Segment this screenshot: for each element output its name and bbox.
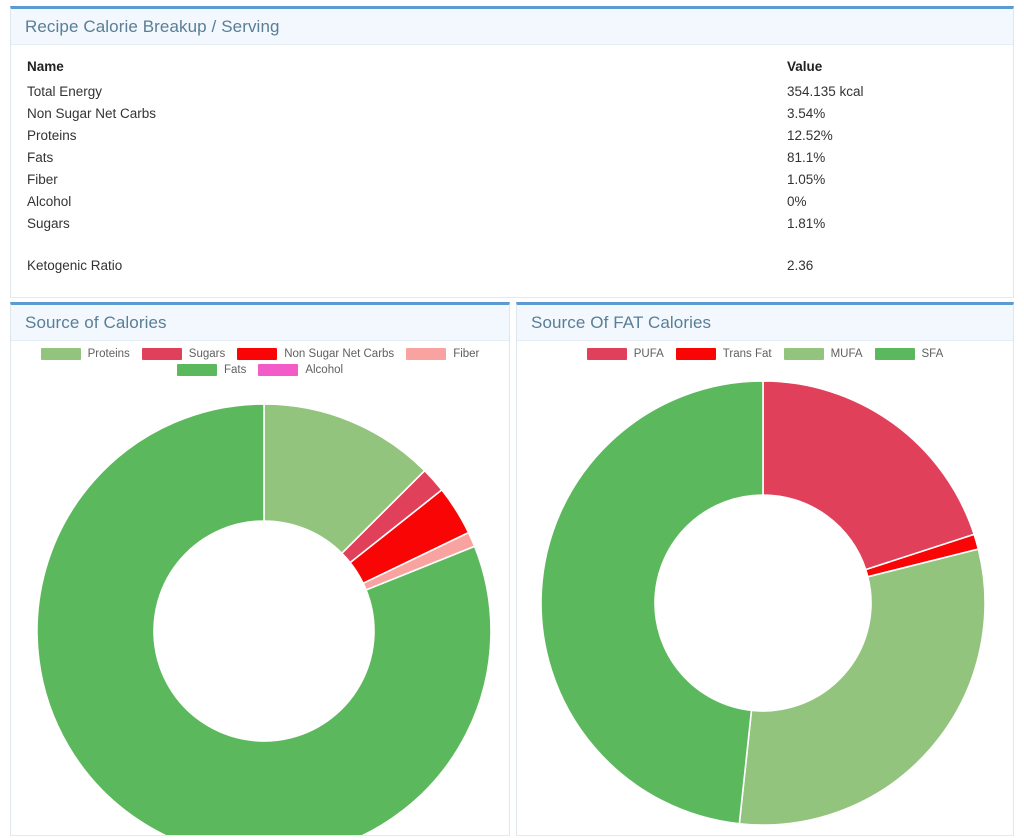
legend-item[interactable]: Proteins [40,348,130,360]
source-of-fat-calories-title: Source Of FAT Calories [531,312,712,332]
legend-swatch-icon [40,348,81,360]
panel-header-source-of-calories: Source of Calories [11,305,509,341]
table-row: Fats 81.1% [11,146,1013,168]
legend-swatch-icon [237,348,278,360]
donut-slice[interactable] [762,380,976,571]
source-of-fat-calories-panel: Source Of FAT Calories PUFA Trans Fat MUFA… [516,302,1014,836]
cell-name: Total Energy [27,83,103,99]
legend-swatch-icon [176,364,217,376]
legend-source-of-fat-calories: PUFA Trans Fat MUFA SFA [517,341,1013,362]
cell-value: 2.36 [787,258,814,273]
legend-item[interactable]: Sugars [141,348,226,360]
legend-item-label: MUFA [830,348,863,360]
table-row: Fiber 1.05% [11,168,1013,190]
cell-value: 3.54% [787,105,826,121]
legend-item-label: Trans Fat [722,348,772,360]
cell-name: Fiber [27,171,58,187]
cell-value: 0% [787,193,807,209]
table-row: Alcohol 0% [11,190,1013,212]
table-body: Total Energy 354.135 kcal Non Sugar Net … [11,80,1013,277]
table-header-row: Name Value [11,53,1013,80]
donut-slice[interactable] [540,380,764,825]
legend-item-label: Fats [223,364,247,376]
table-row: Non Sugar Net Carbs 3.54% [11,102,1013,124]
column-header-value: Value [787,59,823,74]
legend-item[interactable]: Fiber [406,348,479,360]
donut-chart-source-of-fat-calories [517,362,1013,832]
legend-item-label: Fiber [453,348,480,360]
recipe-calorie-breakup-panel: Recipe Calorie Breakup / Serving Name Va… [10,6,1014,298]
legend-item[interactable]: Non Sugar Net Carbs [237,348,394,360]
donut-chart-source-of-calories [11,378,509,835]
legend-item[interactable]: Trans Fat [675,348,772,360]
legend-item-label: SFA [921,348,944,360]
cell-value: 81.1% [787,149,826,165]
donut-fat-svg [540,380,986,826]
page-title: Recipe Calorie Breakup / Serving [25,16,280,36]
source-of-calories-title: Source of Calories [25,312,167,332]
legend-item[interactable]: MUFA [783,348,863,360]
table-row-ketogenic-ratio: Ketogenic Ratio 2.36 [11,256,1013,277]
cell-name: Non Sugar Net Carbs [27,105,157,121]
legend-item-label: Sugars [188,348,226,360]
cell-name: Fats [27,149,54,165]
legend-swatch-icon [141,348,182,360]
page-root: Recipe Calorie Breakup / Serving Name Va… [0,0,1024,840]
legend-swatch-icon [406,348,447,360]
legend-swatch-icon [874,348,915,360]
donut-calories-svg [36,403,492,835]
panel-header-breakup: Recipe Calorie Breakup / Serving [11,9,1013,45]
table-row: Total Energy 354.135 kcal [11,80,1013,102]
source-of-calories-panel: Source of Calories Proteins Sugars Non Sug… [10,302,510,836]
cell-name: Proteins [27,127,77,143]
table-row: Sugars 1.81% [11,212,1013,234]
cell-value: 1.05% [787,171,826,187]
legend-item[interactable]: PUFA [586,348,664,360]
legend-swatch-icon [586,348,627,360]
calorie-breakup-table: Name Value Total Energy 354.135 kcal Non… [11,53,1013,277]
legend-item[interactable]: SFA [874,348,944,360]
legend-item-label: Alcohol [305,364,344,376]
cell-value: 354.135 kcal [787,83,864,99]
legend-swatch-icon [783,348,824,360]
panel-header-source-of-fat-calories: Source Of FAT Calories [517,305,1013,341]
legend-item-label: Proteins [87,348,130,360]
legend-swatch-icon [675,348,716,360]
cell-value: 1.81% [787,215,826,231]
legend-item-label: PUFA [633,348,664,360]
donut-slice[interactable] [738,548,986,826]
legend-item[interactable]: Alcohol [258,364,343,376]
table-spacer-row [11,234,1013,256]
cell-name: Sugars [27,215,70,231]
cell-value: 12.52% [787,127,833,143]
cell-name: Ketogenic Ratio [27,258,123,273]
table-header: Name Value [11,53,1013,80]
column-header-name: Name [27,59,64,74]
legend-item-label: Non Sugar Net Carbs [284,348,395,360]
legend-swatch-icon [258,364,299,376]
legend-source-of-calories: Proteins Sugars Non Sugar Net Carbs Fiber Fa… [11,341,509,378]
cell-name: Alcohol [27,193,72,209]
table-row: Proteins 12.52% [11,124,1013,146]
legend-item[interactable]: Fats [176,364,247,376]
